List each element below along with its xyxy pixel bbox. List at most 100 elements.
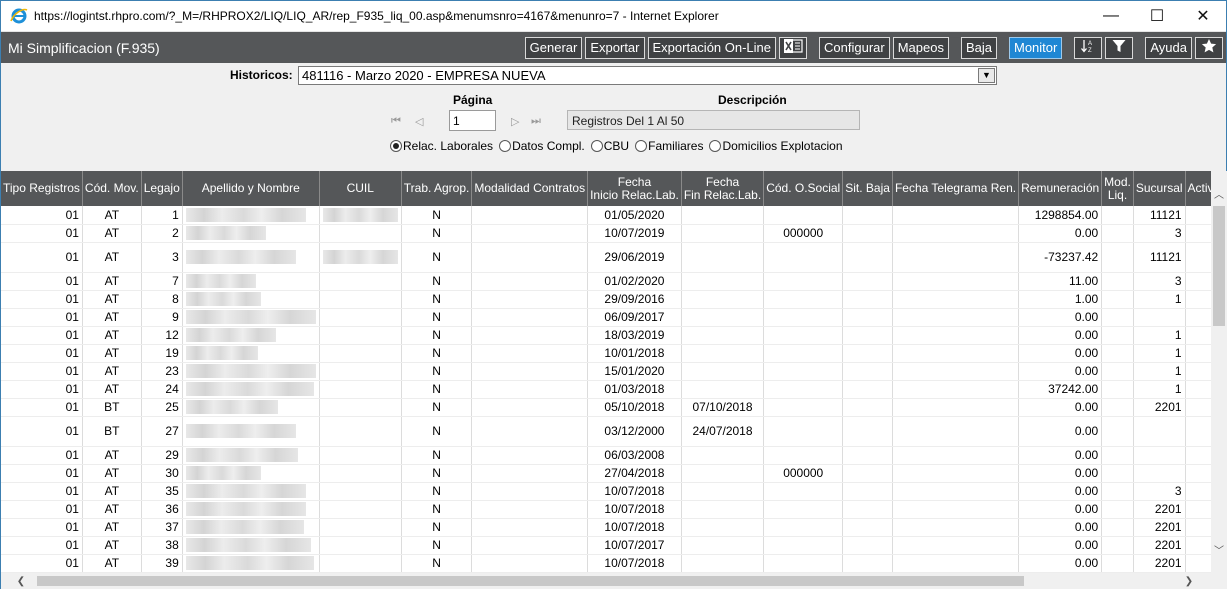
table-row[interactable]: 01AT9 N 06/09/2017 0.00 0 <box>1 308 1211 327</box>
column-header[interactable]: Mod. Liq. <box>1101 171 1134 206</box>
radio-button-icon[interactable] <box>390 140 402 152</box>
scroll-up-icon[interactable]: ︿ <box>1211 185 1227 201</box>
column-header[interactable]: CUIL <box>319 171 402 206</box>
cuil-cell <box>319 224 402 243</box>
table-row[interactable]: 01AT12 N 18/03/2019 0.00 10 <box>1 326 1211 345</box>
ayuda-button[interactable]: Ayuda <box>1145 36 1192 59</box>
horizontal-scroll-thumb[interactable] <box>37 576 1024 586</box>
excel-export-button[interactable] <box>779 36 808 59</box>
historicos-select[interactable]: 481116 - Marzo 2020 - EMPRESA NUEVA ▼ <box>298 66 997 85</box>
close-button[interactable]: ✕ <box>1180 1 1226 32</box>
table-row[interactable]: 01AT36 N 10/07/2018 0.00 22010 <box>1 500 1211 519</box>
scroll-left-icon[interactable]: ❮ <box>13 573 29 589</box>
table-row[interactable]: 01AT8 N 29/09/2016 1.00 10 <box>1 290 1211 309</box>
column-header[interactable]: Trab. Agrop. <box>401 171 473 206</box>
column-header[interactable]: Fecha Inicio Relac.Lab. <box>587 171 682 206</box>
last-page-icon[interactable]: ⏭ <box>531 115 541 128</box>
scroll-right-icon[interactable]: ❯ <box>1181 573 1197 589</box>
column-header[interactable]: Tipo Registros <box>1 171 83 206</box>
tipo-registro-cell: 01 <box>1 326 83 345</box>
column-header[interactable]: Apellido y Nombre <box>182 171 320 206</box>
historicos-value: 481116 - Marzo 2020 - EMPRESA NUEVA <box>302 68 546 83</box>
cod-mov-cell: AT <box>82 272 142 291</box>
cuil-cell <box>319 464 402 483</box>
page-input[interactable]: 1 <box>449 110 496 131</box>
legajo-cell: 38 <box>141 536 183 555</box>
table-row[interactable]: 01AT1 N 01/05/2020 1298854.00 111210 <box>1 206 1211 225</box>
sucursal-cell: 2201 <box>1133 554 1186 573</box>
exportar-button[interactable]: Exportar <box>585 36 645 59</box>
radio-option[interactable]: CBU <box>590 139 629 153</box>
radio-option[interactable]: Domicilios Explotacion <box>709 139 843 153</box>
column-header[interactable]: Sucursal <box>1133 171 1186 206</box>
apellido-nombre-cell <box>182 206 320 225</box>
radio-option[interactable]: Datos Compl. <box>499 139 585 153</box>
actividad-cell: 0 <box>1185 326 1211 345</box>
page-title: Mi Simplificacion (F.935) <box>8 39 160 56</box>
redacted-name <box>185 424 296 439</box>
trab-agrop-cell: N <box>401 482 473 501</box>
table-row[interactable]: 01AT35 N 10/07/2018 0.00 30 <box>1 482 1211 501</box>
next-page-icon[interactable]: ▷ <box>511 115 519 128</box>
cod-mov-cell: AT <box>82 554 142 573</box>
legajo-cell: 23 <box>141 362 183 381</box>
table-row[interactable]: 01AT39 N 10/07/2018 0.00 22010 <box>1 554 1211 573</box>
radio-option[interactable]: Familiares <box>635 139 703 153</box>
column-header[interactable]: Cód. O.Social <box>763 171 844 206</box>
fecha-telegrama-cell <box>892 554 1020 573</box>
table-row[interactable]: 01AT29 N 06/03/2008 0.00 0 <box>1 446 1211 465</box>
generar-button[interactable]: Generar <box>524 36 583 59</box>
cuil-cell <box>319 446 402 465</box>
radio-option[interactable]: Relac. Laborales <box>390 139 493 153</box>
column-header[interactable]: Fecha Telegrama Ren. <box>892 171 1020 206</box>
fecha-inicio-cell: 10/07/2018 <box>587 518 682 537</box>
vertical-scrollbar[interactable]: ︿ ﹀ <box>1211 171 1227 573</box>
table-row[interactable]: 01AT2 N 10/07/2019 000000 0.00 30 <box>1 224 1211 243</box>
table-row[interactable]: 01AT19 N 10/01/2018 0.00 10 <box>1 344 1211 363</box>
first-page-icon[interactable]: ⏮ <box>391 115 401 128</box>
cod-mov-cell: AT <box>82 326 142 345</box>
actividad-cell: 0 <box>1185 518 1211 537</box>
radio-button-icon[interactable] <box>709 140 722 152</box>
radio-button-icon[interactable] <box>499 140 512 152</box>
radio-button-icon[interactable] <box>635 140 648 152</box>
maximize-button[interactable]: ☐ <box>1134 1 1180 32</box>
configurar-button[interactable]: Configurar <box>819 36 890 59</box>
column-header[interactable]: Fecha Fin Relac.Lab. <box>681 171 765 206</box>
modalidad-cell <box>471 272 589 291</box>
sit-baja-cell <box>842 344 893 363</box>
previous-page-icon[interactable]: ◁ <box>415 115 423 128</box>
table-row[interactable]: 01BT27 N 03/12/200024/07/2018 0.00 0 <box>1 416 1211 447</box>
legajo-cell: 8 <box>141 290 183 309</box>
vertical-scroll-thumb[interactable] <box>1213 206 1225 326</box>
column-header[interactable]: Legajo <box>141 171 183 206</box>
column-header[interactable]: Sit. Baja <box>842 171 893 206</box>
table-row[interactable]: 01AT3 N 29/06/2019 -73237.42 111210 <box>1 242 1211 273</box>
table-row[interactable]: 01AT23 N 15/01/2020 0.00 10 <box>1 362 1211 381</box>
scroll-down-icon[interactable]: ﹀ <box>1211 541 1227 557</box>
column-header[interactable]: Remuneración <box>1018 171 1103 206</box>
column-header[interactable]: Actividad Domicilio Expl. <box>1185 171 1211 206</box>
chevron-down-icon[interactable]: ▼ <box>978 68 995 83</box>
table-row[interactable]: 01AT7 N 01/02/2020 11.00 30 <box>1 272 1211 291</box>
legajo-cell: 12 <box>141 326 183 345</box>
mapeos-button[interactable]: Mapeos <box>892 36 949 59</box>
radio-button-icon[interactable] <box>590 140 603 152</box>
column-header[interactable]: Modalidad Contratos <box>471 171 589 206</box>
favorite-button[interactable] <box>1195 36 1223 59</box>
table-row[interactable]: 01AT37 N 10/07/2018 0.00 22010 <box>1 518 1211 537</box>
fecha-telegrama-cell <box>892 536 1020 555</box>
sort-button[interactable]: AZ <box>1074 36 1103 59</box>
table-row[interactable]: 01AT38 N 10/07/2017 0.00 22010 <box>1 536 1211 555</box>
column-header[interactable]: Cód. Mov. <box>82 171 142 206</box>
table-row[interactable]: 01BT25 N 05/10/201807/10/2018 0.00 22010 <box>1 398 1211 417</box>
table-row[interactable]: 01AT30 N 27/04/2018 000000 0.00 0 <box>1 464 1211 483</box>
horizontal-scrollbar[interactable]: ❮ ❯ <box>1 573 1211 589</box>
filter-button[interactable] <box>1105 36 1134 59</box>
table-row[interactable]: 01AT24 N 01/03/2018 37242.00 10 <box>1 380 1211 399</box>
monitor-button[interactable]: Monitor <box>1009 36 1063 59</box>
exportacion-online-button[interactable]: Exportación On-Line <box>647 36 777 59</box>
baja-button[interactable]: Baja <box>960 36 997 59</box>
minimize-button[interactable]: — <box>1088 1 1134 32</box>
modalidad-cell <box>471 416 589 447</box>
